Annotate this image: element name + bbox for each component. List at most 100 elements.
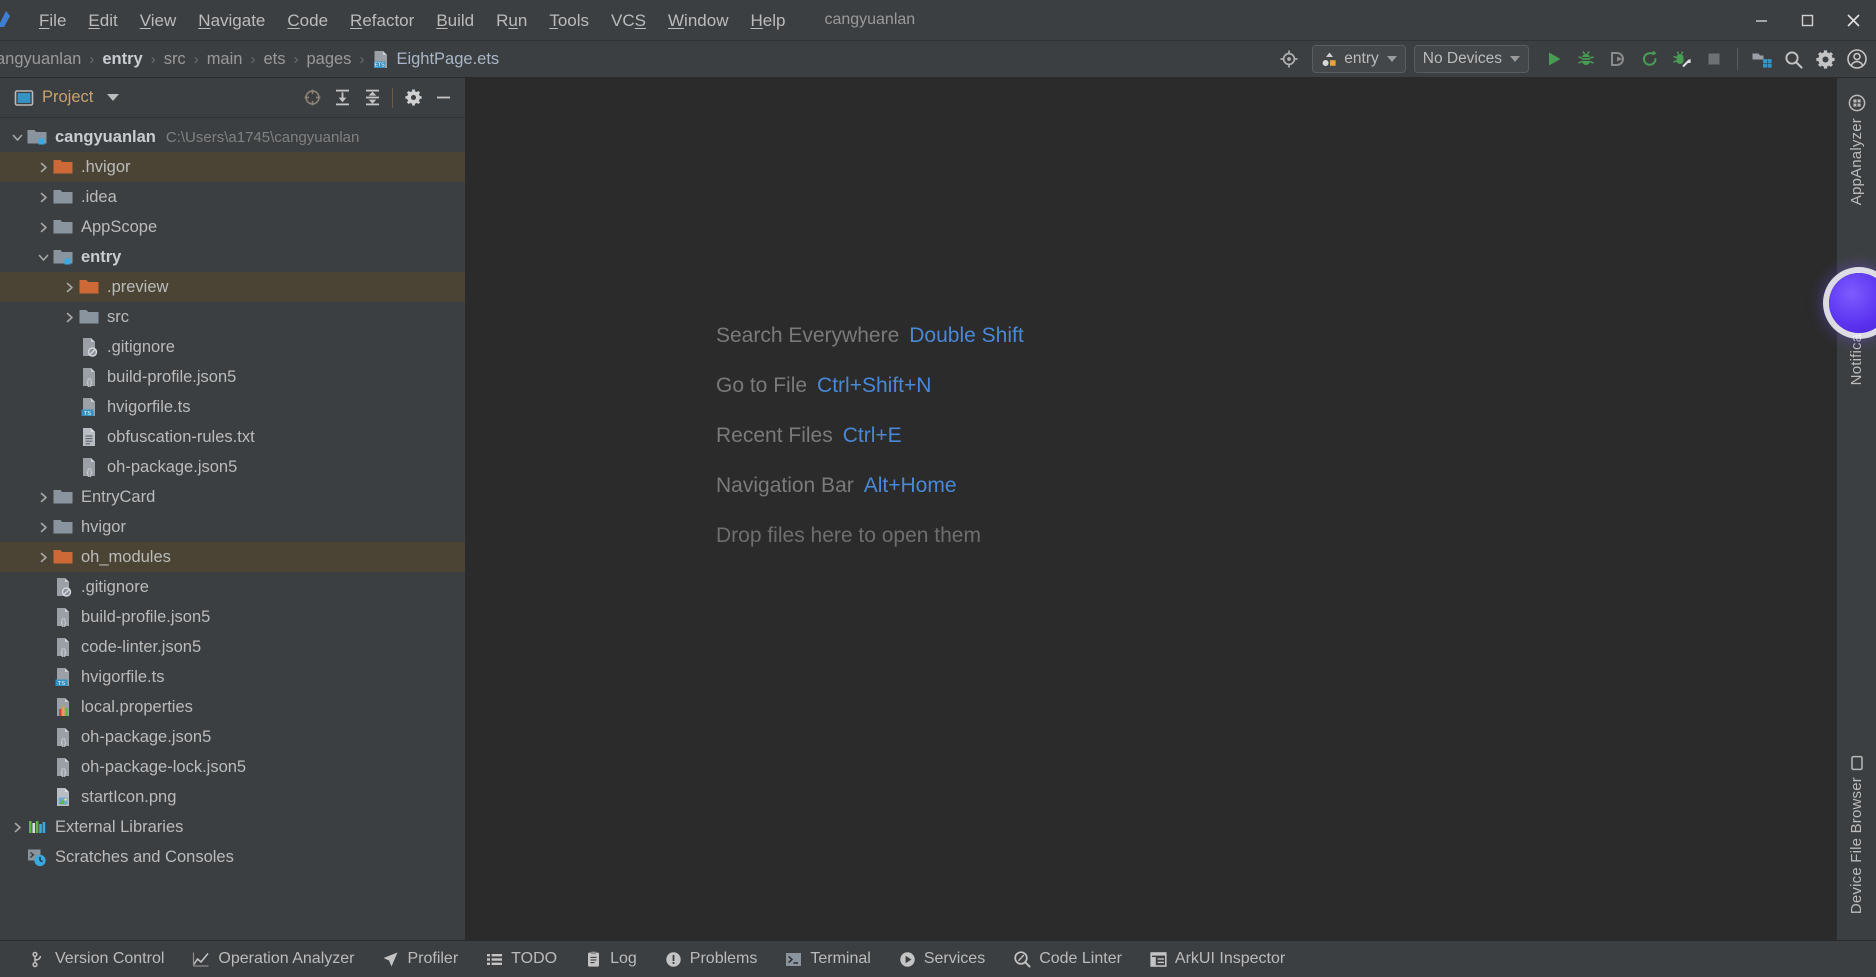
tree-node--gitignore[interactable]: .gitignore xyxy=(0,332,465,362)
breadcrumb-item-entry[interactable]: entry xyxy=(100,48,144,71)
chevron-right-icon[interactable] xyxy=(8,812,26,842)
editor-hint-label: Search Everywhere xyxy=(716,324,900,347)
breadcrumb-item-pages[interactable]: pages xyxy=(304,48,353,71)
menu-item-file[interactable]: File xyxy=(28,8,77,33)
run-configuration-selector[interactable]: entry xyxy=(1312,45,1406,73)
tree-node--idea[interactable]: .idea xyxy=(0,182,465,212)
statusbar-item-profiler[interactable]: Profiler xyxy=(368,946,472,972)
account-button[interactable] xyxy=(1842,44,1872,74)
chevron-down-icon[interactable] xyxy=(8,122,26,152)
close-button[interactable] xyxy=(1830,0,1876,40)
statusbar-item-code-linter[interactable]: Code Linter xyxy=(999,946,1136,972)
menu-item-vcs[interactable]: VCS xyxy=(600,8,657,33)
tree-node-code-linter-json5[interactable]: {} code-linter.json5 xyxy=(0,632,465,662)
editor-empty-state[interactable]: Search Everywhere Double Shift Go to File C… xyxy=(466,78,1836,940)
tree-node-scratches-and-consoles[interactable]: Scratches and Consoles xyxy=(0,842,465,872)
statusbar-item-operation-analyzer[interactable]: Operation Analyzer xyxy=(178,946,368,972)
tree-node-oh-package-json5[interactable]: {} oh-package.json5 xyxy=(0,452,465,482)
chevron-right-icon[interactable] xyxy=(60,302,78,332)
tree-node-obfuscation-rules-txt[interactable]: obfuscation-rules.txt xyxy=(0,422,465,452)
branch-icon xyxy=(30,951,47,968)
chevron-right-icon[interactable] xyxy=(34,212,52,242)
menu-item-build[interactable]: Build xyxy=(425,8,485,33)
run-button[interactable] xyxy=(1539,44,1569,74)
tree-node-hvigorfile-ts[interactable]: TS hvigorfile.ts xyxy=(0,392,465,422)
chevron-right-icon[interactable] xyxy=(34,182,52,212)
collapse-all-button[interactable] xyxy=(358,84,386,112)
statusbar-item-todo[interactable]: TODO xyxy=(472,946,571,972)
json5-file-icon: {} xyxy=(52,756,74,778)
panel-divider xyxy=(392,87,393,108)
menu-item-code[interactable]: Code xyxy=(276,8,339,33)
expand-all-button[interactable] xyxy=(328,84,356,112)
stop-button[interactable] xyxy=(1699,44,1729,74)
menu-item-view[interactable]: View xyxy=(129,8,188,33)
tree-node-build-profile-json5[interactable]: {} build-profile.json5 xyxy=(0,602,465,632)
device-selector[interactable]: No Devices xyxy=(1413,45,1529,73)
breadcrumb-item-src[interactable]: src xyxy=(162,48,188,71)
chevron-right-icon[interactable] xyxy=(34,542,52,572)
breadcrumb-item-main[interactable]: main xyxy=(205,48,245,71)
project-structure-button[interactable] xyxy=(1746,44,1776,74)
attach-debugger-button[interactable] xyxy=(1667,44,1697,74)
sidebar-item-appanalyzer[interactable]: AppAnalyzer xyxy=(1848,94,1866,205)
panel-settings-button[interactable] xyxy=(399,84,427,112)
hide-panel-button[interactable] xyxy=(429,84,457,112)
tree-node-entrycard[interactable]: EntryCard xyxy=(0,482,465,512)
tree-node-appscope[interactable]: AppScope xyxy=(0,212,465,242)
menu-item-window[interactable]: Window xyxy=(657,8,739,33)
statusbar-item-version-control[interactable]: Version Control xyxy=(16,946,178,972)
statusbar-item-services[interactable]: Services xyxy=(885,946,999,972)
menu-item-tools[interactable]: Tools xyxy=(538,8,600,33)
rerun-button[interactable] xyxy=(1635,44,1665,74)
minimize-button[interactable] xyxy=(1738,0,1784,40)
svg-text:TS: TS xyxy=(57,681,64,687)
tree-node-build-profile-json5[interactable]: {} build-profile.json5 xyxy=(0,362,465,392)
sidebar-item-device-file-browser[interactable]: Device File Browser xyxy=(1848,755,1865,914)
statusbar-item-arkui-inspector[interactable]: ArkUI Inspector xyxy=(1136,946,1299,972)
menu-item-navigate[interactable]: Navigate xyxy=(187,8,276,33)
settings-button[interactable] xyxy=(1810,44,1840,74)
tree-node-hvigor[interactable]: hvigor xyxy=(0,512,465,542)
breadcrumb-item-angyuanlan[interactable]: angyuanlan xyxy=(0,48,83,71)
chevron-down-icon[interactable] xyxy=(107,94,120,101)
statusbar-item-problems[interactable]: Problems xyxy=(651,946,772,972)
tree-node-src[interactable]: src xyxy=(0,302,465,332)
statusbar-item-log[interactable]: Log xyxy=(571,946,651,972)
chevron-right-icon[interactable] xyxy=(34,152,52,182)
tree-node-oh-package-lock-json5[interactable]: {} oh-package-lock.json5 xyxy=(0,752,465,782)
chevron-right-icon[interactable] xyxy=(34,512,52,542)
breadcrumb-item-ets[interactable]: ets xyxy=(261,48,287,71)
search-button[interactable] xyxy=(1778,44,1808,74)
right-tool-sidebar: AppAnalyzer Notifications Device File Br… xyxy=(1829,78,1876,940)
tree-node-external-libraries[interactable]: External Libraries xyxy=(0,812,465,842)
tree-node--gitignore[interactable]: .gitignore xyxy=(0,572,465,602)
chevron-right-icon[interactable] xyxy=(60,272,78,302)
profile-button[interactable] xyxy=(1603,44,1633,74)
tree-node-cangyuanlan[interactable]: cangyuanlan C:\Users\a1745\cangyuanlan xyxy=(0,122,465,152)
tree-node-entry[interactable]: entry xyxy=(0,242,465,272)
module-icon xyxy=(1321,51,1338,68)
tree-node-starticon-png[interactable]: startIcon.png xyxy=(0,782,465,812)
chart-icon xyxy=(192,951,210,968)
tree-node-hvigorfile-ts[interactable]: TS hvigorfile.ts xyxy=(0,662,465,692)
menu-item-edit[interactable]: Edit xyxy=(77,8,128,33)
tree-node--hvigor[interactable]: .hvigor xyxy=(0,152,465,182)
project-tree[interactable]: cangyuanlan C:\Users\a1745\cangyuanlan .hv… xyxy=(0,118,465,940)
tree-node-local-properties[interactable]: local.properties xyxy=(0,692,465,722)
tree-node-oh-package-json5[interactable]: {} oh-package.json5 xyxy=(0,722,465,752)
select-opened-file-button[interactable] xyxy=(298,84,326,112)
tree-node--preview[interactable]: .preview xyxy=(0,272,465,302)
menu-item-help[interactable]: Help xyxy=(739,8,796,33)
select-target-icon[interactable] xyxy=(1274,44,1304,74)
breadcrumb-item-eightpage-ets[interactable]: ETS EightPage.ets xyxy=(370,48,501,71)
chevron-right-icon[interactable] xyxy=(34,482,52,512)
menu-item-refactor[interactable]: Refactor xyxy=(339,8,425,33)
cursor-indicator xyxy=(1829,273,1876,333)
menu-item-run[interactable]: Run xyxy=(485,8,538,33)
chevron-down-icon[interactable] xyxy=(34,242,52,272)
maximize-button[interactable] xyxy=(1784,0,1830,40)
tree-node-oh-modules[interactable]: oh_modules xyxy=(0,542,465,572)
statusbar-item-terminal[interactable]: Terminal xyxy=(771,946,884,972)
debug-button[interactable] xyxy=(1571,44,1601,74)
